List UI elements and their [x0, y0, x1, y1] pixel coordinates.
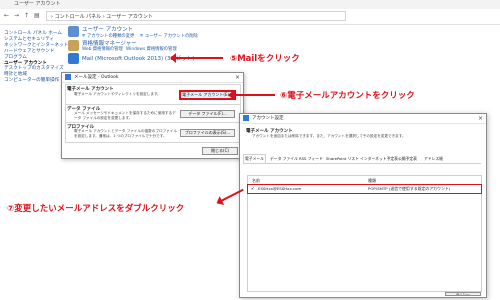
tab-address-books[interactable]: アドレス帳	[423, 155, 444, 163]
folder-icon: ▤	[34, 12, 40, 19]
close-button[interactable]: 閉じる(C)	[202, 147, 238, 155]
arrow-step5	[170, 53, 223, 63]
mail-dialog-title: メール設定 - Outlook	[74, 75, 119, 80]
account-row[interactable]: ✔ ESSHxx@ESSHxx.com POP/SMTP (送信で使用する既定の…	[247, 184, 482, 194]
email-accounts-desc: 電子メール アカウントやディレクトリを設定します。	[74, 92, 161, 96]
tab-internet-calendars[interactable]: インターネット予定表	[359, 155, 399, 163]
window-title-bar: ユーザー アカウント	[0, 0, 500, 9]
mail-icon	[243, 115, 249, 121]
annotation-step7: ⑦変更したいメールアドレスをダブルクリック	[7, 204, 185, 214]
address-field[interactable]: › コントロール パネル › ユーザー アカウント	[46, 11, 346, 21]
mail-icon	[65, 74, 71, 80]
account-type: POP/SMTP (送信で使用する既定のアカウント)	[368, 186, 451, 191]
tab-sharepoint[interactable]: SharePoint リスト	[325, 155, 360, 163]
data-files-desc: メール メッセージやドキュメントを保存するために使用するデータ ファイルの設定を…	[74, 111, 176, 120]
mail-dialog-titlebar: メール設定 - Outlook ×	[62, 73, 243, 83]
data-files-button[interactable]: データ ファイル(F)...	[180, 110, 235, 118]
account-dialog-titlebar: アカウント設定 ×	[240, 114, 486, 124]
account-tabs: 電子メール データ ファイル RSS フィード SharePoint リスト イ…	[243, 154, 481, 164]
user-accounts-heading[interactable]: ユーザー アカウント	[82, 25, 133, 33]
account-close-button[interactable]: 閉じる(C)	[445, 292, 481, 296]
close-icon[interactable]: ×	[235, 73, 240, 82]
forward-icon[interactable]: →	[14, 12, 19, 19]
arrow-step6	[228, 90, 275, 100]
user-accounts-icon	[68, 26, 79, 37]
address-bar-area: ← → ↑ ▤ › コントロール パネル › ユーザー アカウント	[0, 9, 500, 25]
annotation-step5: ⑤Mailをクリック	[230, 54, 300, 64]
shield-icon: ⛨	[82, 33, 85, 38]
default-account-icon: ✔	[251, 186, 255, 191]
account-settings-dialog: アカウント設定 × 電子メール アカウント アカウントを追加または削除できます。…	[239, 113, 487, 298]
account-email[interactable]: ESSHxx@ESSHxx.com	[258, 185, 301, 193]
tab-email[interactable]: 電子メール	[243, 154, 266, 163]
email-accounts-group: 電子メール アカウント 電子メール アカウントやディレクトリを設定します。 電子…	[65, 84, 241, 105]
web-credentials-link[interactable]: Web 資格情報の管理	[82, 46, 123, 52]
credential-manager-icon	[68, 40, 79, 51]
account-list: 名前 種類 ✔ ESSHxx@ESSHxx.com POP/SMTP (送信で使…	[247, 175, 482, 292]
account-dialog-title: アカウント設定	[252, 116, 284, 121]
show-profiles-button[interactable]: プロファイルの表示(S)...	[180, 129, 235, 137]
mail-settings-dialog: メール設定 - Outlook × 電子メール アカウント 電子メール アカウン…	[61, 72, 244, 159]
mail-icon	[68, 53, 79, 64]
back-icon[interactable]: ←	[4, 12, 9, 19]
annotation-step6: ⑥電子メールアカウントをクリック	[280, 91, 415, 101]
profiles-desc: 電子メール アカウントとデータ ファイルの複数のプロファイルを設定します。通常は…	[74, 129, 177, 138]
column-name: 名前	[252, 178, 260, 183]
tab-data-files[interactable]: データ ファイル	[269, 155, 299, 163]
window-title: ユーザー アカウント	[14, 1, 61, 7]
shield-icon: ⛨	[140, 33, 143, 38]
data-files-group: データ ファイル メール メッセージやドキュメントを保存するために使用するデータ…	[65, 104, 241, 123]
email-accounts-button[interactable]: 電子メール アカウント(E)...	[179, 90, 236, 100]
sidebar-item-ease-of-access[interactable]: コンピューターの簡単操作	[4, 78, 66, 84]
windows-credentials-link[interactable]: Windows 資格情報の管理	[126, 46, 177, 52]
sidebar-item-network[interactable]: ネットワークとインターネット	[4, 43, 68, 49]
remove-account-link[interactable]: ユーザー アカウントの削除	[145, 33, 198, 39]
profiles-group: プロファイル 電子メール アカウントとデータ ファイルの複数のプロファイルを設定…	[65, 122, 241, 143]
account-dialog-subheading: アカウントを追加または削除できます。また、アカウントを選択してその設定を変更でき…	[252, 134, 406, 138]
close-icon[interactable]: ×	[478, 114, 483, 123]
tab-rss-feeds[interactable]: RSS フィード	[298, 155, 324, 163]
column-type: 種類	[368, 178, 376, 183]
control-panel-sidebar: コントロール パネル ホーム システムとセキュリティ ネットワークとインターネッ…	[4, 31, 68, 84]
tab-published-calendars[interactable]: 公開予定表	[397, 155, 418, 163]
up-icon[interactable]: ↑	[24, 12, 29, 19]
